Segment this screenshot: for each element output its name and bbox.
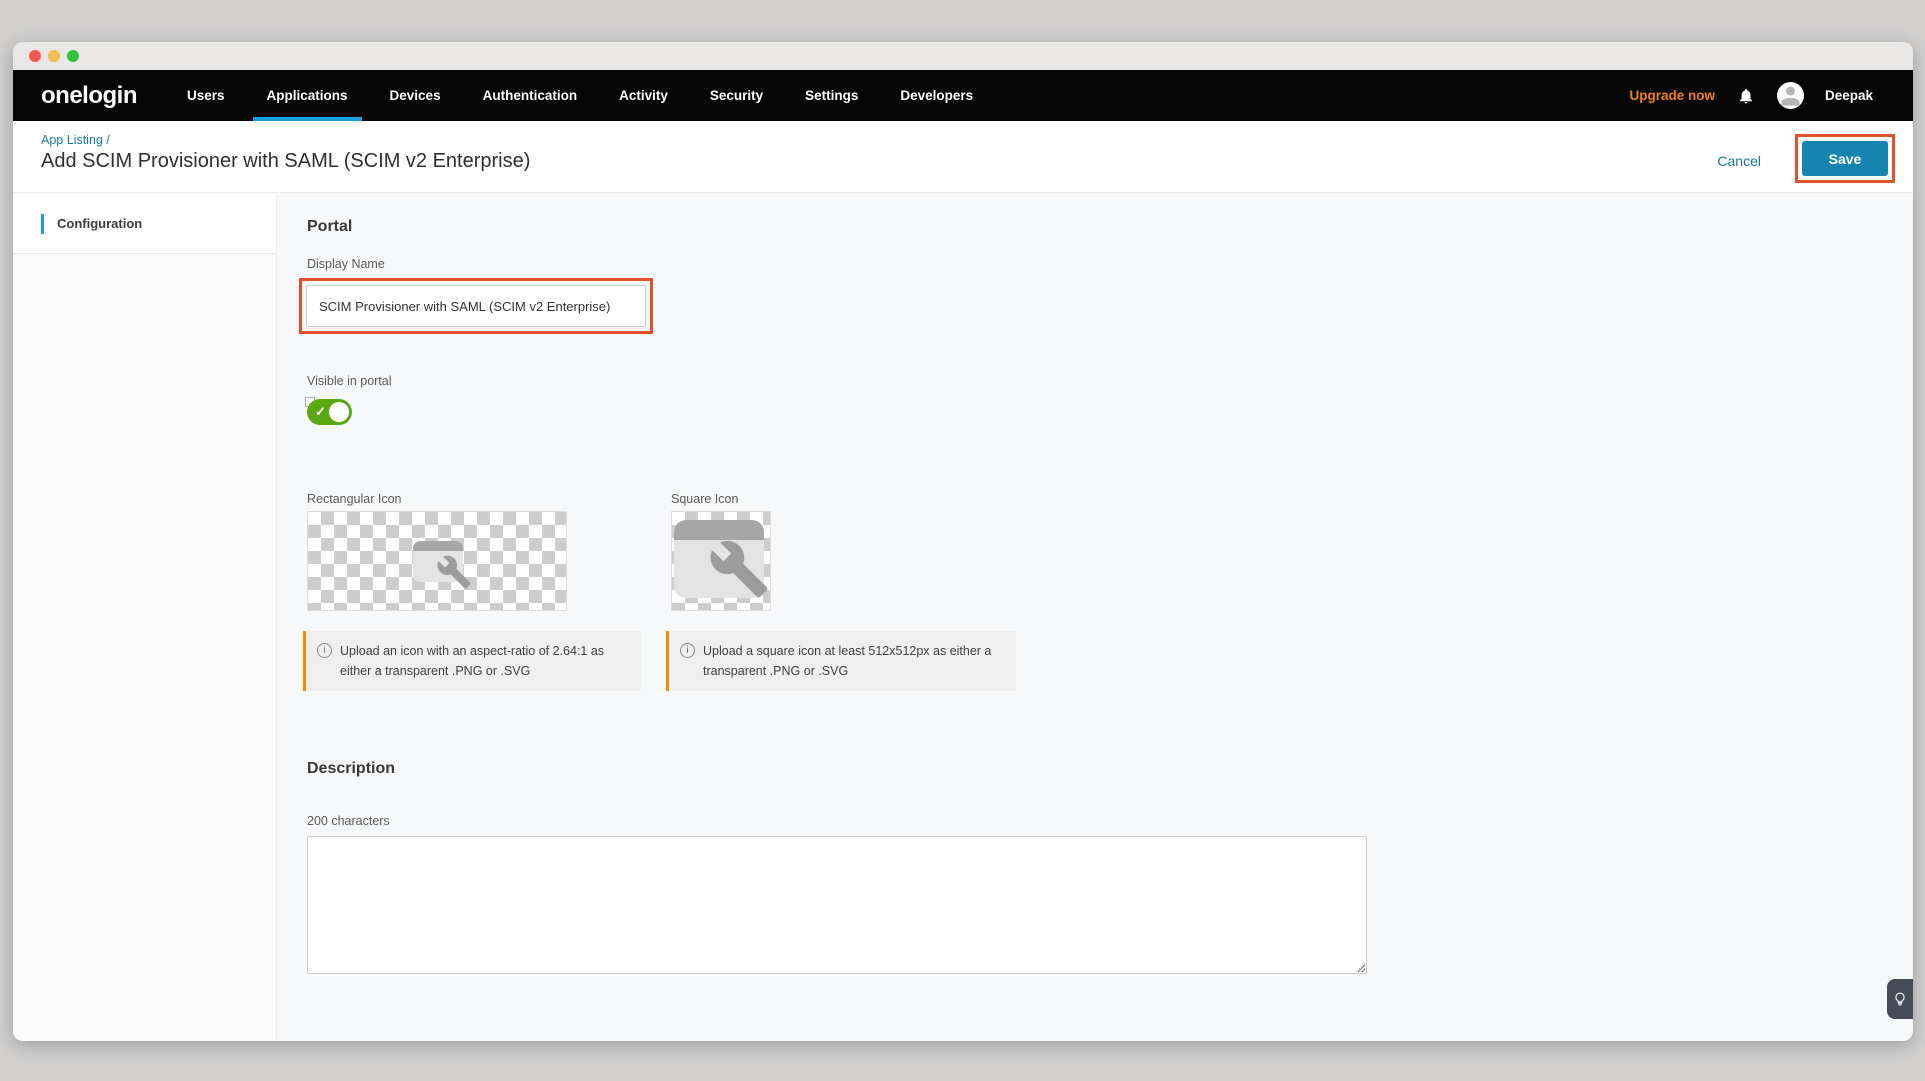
annotation-highlight-display-name <box>299 278 653 334</box>
nav-item-devices[interactable]: Devices <box>390 70 441 121</box>
display-name-input[interactable] <box>306 285 646 327</box>
square-icon-preview[interactable] <box>671 511 771 611</box>
window-titlebar <box>13 42 1913 70</box>
square-icon-label: Square Icon <box>671 492 738 506</box>
page-header: App Listing / Add SCIM Provisioner with … <box>13 121 1913 193</box>
visible-in-portal-label: Visible in portal <box>307 374 392 388</box>
top-nav: onelogin Users Applications Devices Auth… <box>13 70 1913 121</box>
description-section-heading: Description <box>307 760 395 778</box>
annotation-highlight-save: Save <box>1795 134 1895 183</box>
nav-right-cluster: Upgrade now Deepak <box>1629 82 1873 109</box>
onelogin-logo[interactable]: onelogin <box>41 82 137 110</box>
rectangular-icon-label: Rectangular Icon <box>307 492 402 506</box>
page-title: Add SCIM Provisioner with SAML (SCIM v2 … <box>41 150 530 173</box>
wrench-icon <box>436 554 472 590</box>
info-text: Upload an icon with an aspect-ratio of 2… <box>340 641 627 681</box>
bell-icon[interactable] <box>1736 86 1756 106</box>
wrench-icon <box>708 538 770 600</box>
display-name-label: Display Name <box>307 257 385 271</box>
help-lightbulb-button[interactable] <box>1887 979 1913 1019</box>
window-close-button[interactable] <box>29 50 41 62</box>
breadcrumb[interactable]: App Listing / <box>41 133 110 147</box>
description-textarea[interactable] <box>307 836 1367 974</box>
lightbulb-icon <box>1893 992 1907 1006</box>
user-name: Deepak <box>1825 88 1873 103</box>
nav-item-activity[interactable]: Activity <box>619 70 668 121</box>
save-button[interactable]: Save <box>1802 141 1888 176</box>
info-icon <box>680 643 695 658</box>
upgrade-now-link[interactable]: Upgrade now <box>1629 88 1715 103</box>
nav-item-users[interactable]: Users <box>187 70 225 121</box>
portal-section-heading: Portal <box>307 218 352 236</box>
sidebar: Configuration <box>13 194 277 1041</box>
info-icon <box>317 643 332 658</box>
toggle-knob <box>329 402 349 422</box>
active-indicator-bar <box>41 214 44 234</box>
square-icon-info: Upload a square icon at least 512x512px … <box>666 631 1016 691</box>
app-window: onelogin Users Applications Devices Auth… <box>13 42 1913 1041</box>
rectangular-icon-preview[interactable] <box>307 511 567 611</box>
window-minimize-button[interactable] <box>48 50 60 62</box>
window-zoom-button[interactable] <box>67 50 79 62</box>
sidebar-item-label: Configuration <box>57 216 142 231</box>
rectangular-icon-info: Upload an icon with an aspect-ratio of 2… <box>303 631 641 691</box>
sidebar-item-configuration[interactable]: Configuration <box>13 194 276 254</box>
nav-item-settings[interactable]: Settings <box>805 70 858 121</box>
nav-item-developers[interactable]: Developers <box>900 70 973 121</box>
nav-item-authentication[interactable]: Authentication <box>483 70 578 121</box>
info-text: Upload a square icon at least 512x512px … <box>703 641 1002 681</box>
avatar[interactable] <box>1777 82 1804 109</box>
visible-in-portal-toggle[interactable] <box>307 399 352 425</box>
nav-item-applications[interactable]: Applications <box>267 70 348 121</box>
character-limit-label: 200 characters <box>307 814 390 828</box>
nav-item-security[interactable]: Security <box>710 70 763 121</box>
nav-menu: Users Applications Devices Authenticatio… <box>187 70 973 121</box>
main-panel: Portal Display Name Visible in portal Re… <box>277 194 1913 1041</box>
cancel-button[interactable]: Cancel <box>1717 153 1761 169</box>
content-area: Configuration Portal Display Name Visibl… <box>13 194 1913 1041</box>
